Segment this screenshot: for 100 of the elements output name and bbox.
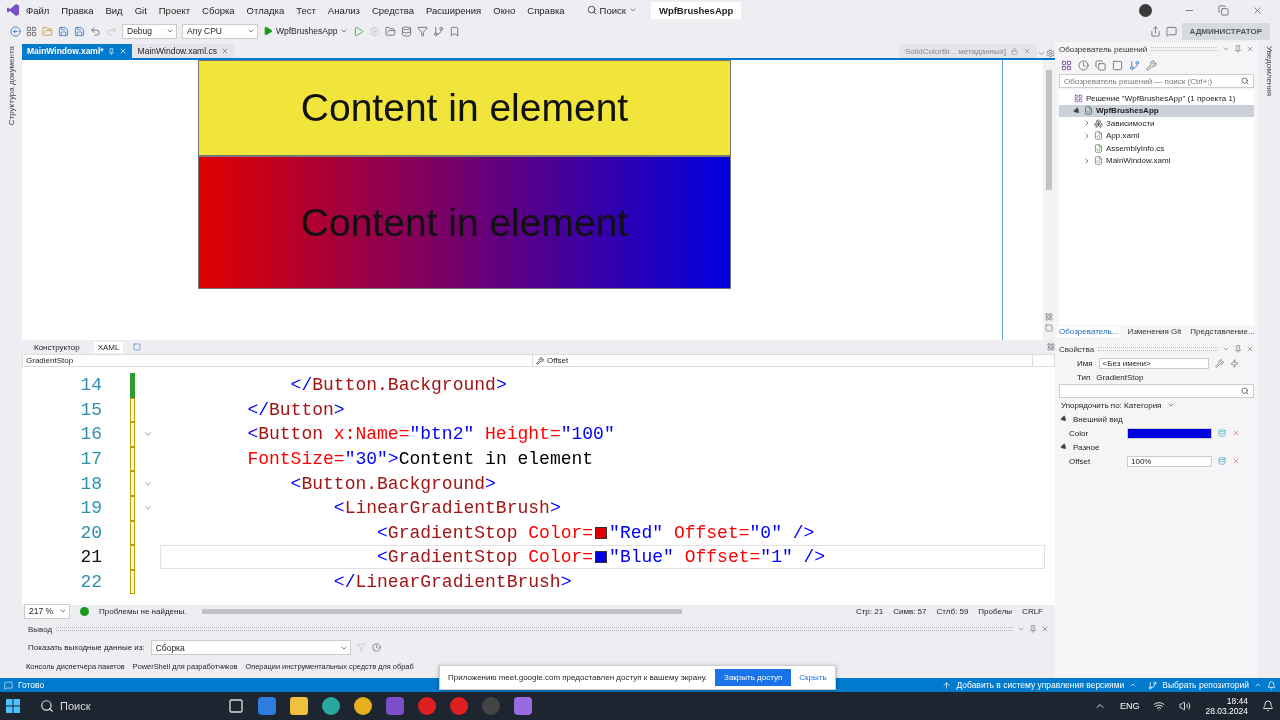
element-dropdown[interactable]: GradientStop bbox=[23, 355, 533, 366]
language-indicator[interactable]: ENG bbox=[1119, 701, 1140, 711]
fit-icon[interactable] bbox=[1045, 324, 1053, 332]
search-field[interactable]: Обозреватель решений — поиск (Ctrl+;) bbox=[1059, 74, 1254, 88]
feedback-icon[interactable] bbox=[1165, 25, 1177, 37]
tree-item[interactable]: MainWindow.xaml bbox=[1059, 154, 1254, 167]
pin-icon[interactable] bbox=[1234, 345, 1242, 353]
run-without-debugging-icon[interactable] bbox=[353, 25, 365, 37]
start-icon[interactable] bbox=[6, 699, 20, 713]
close-icon[interactable] bbox=[1041, 625, 1049, 633]
pin-icon[interactable] bbox=[107, 47, 115, 55]
close-icon[interactable] bbox=[1246, 45, 1254, 53]
caret-icon[interactable] bbox=[1129, 681, 1138, 689]
editor-view-tab[interactable]: Конструктор bbox=[30, 341, 84, 353]
menu-item[interactable]: Средства bbox=[365, 4, 420, 16]
tree-item[interactable]: Решение "WpfBrushesApp" (1 проекта 1) bbox=[1059, 92, 1254, 105]
clock-icon[interactable] bbox=[371, 643, 381, 652]
filter-icon[interactable] bbox=[417, 25, 429, 37]
horizontal-scrollbar[interactable] bbox=[202, 608, 683, 614]
share-icon[interactable] bbox=[1149, 25, 1161, 37]
category-header[interactable]: Разное bbox=[1073, 442, 1100, 452]
tree-item[interactable]: App.xaml bbox=[1059, 129, 1254, 142]
close-icon[interactable] bbox=[118, 47, 127, 55]
tree-item[interactable]: Зависимости bbox=[1059, 117, 1254, 130]
document-tab[interactable]: MainWindow.xaml.cs bbox=[132, 44, 234, 58]
open-folder-icon[interactable] bbox=[42, 25, 53, 37]
scrollbar-thumb[interactable] bbox=[1046, 70, 1052, 190]
add-to-source-control-button[interactable]: Добавить в систему управления версиями bbox=[956, 680, 1125, 690]
notifications-icon[interactable] bbox=[1262, 700, 1274, 712]
events-icon[interactable] bbox=[1229, 358, 1239, 368]
menu-item[interactable]: Вид bbox=[99, 4, 129, 16]
editor-view-tab[interactable]: XAML bbox=[93, 341, 124, 353]
show-files-icon[interactable] bbox=[1112, 59, 1123, 71]
document-outline-tab[interactable]: Структура документа bbox=[6, 46, 16, 126]
popout-icon[interactable] bbox=[133, 343, 142, 351]
menu-item[interactable]: Окно bbox=[487, 4, 522, 16]
menu-item[interactable]: Справка bbox=[521, 4, 571, 16]
settings-icon[interactable] bbox=[1046, 49, 1055, 58]
browser-icon[interactable] bbox=[418, 697, 436, 715]
database-icon[interactable] bbox=[401, 25, 413, 37]
pin-icon[interactable] bbox=[1029, 625, 1037, 633]
expanded-icon[interactable] bbox=[1072, 106, 1082, 115]
close-icon[interactable] bbox=[1023, 47, 1031, 55]
search-button[interactable]: Поиск bbox=[580, 4, 643, 16]
output-source-select[interactable]: Сборка bbox=[150, 640, 351, 655]
menu-item[interactable]: Отладка bbox=[240, 4, 291, 16]
category-header[interactable]: Внешний вид bbox=[1073, 414, 1123, 424]
menu-item[interactable]: Расширения bbox=[420, 4, 488, 16]
select-repository-button[interactable]: Выбрать репозиторий bbox=[1162, 680, 1249, 690]
menu-item[interactable]: Правка bbox=[55, 4, 100, 16]
browser-icon[interactable] bbox=[322, 697, 340, 715]
member-dropdown[interactable]: Offset bbox=[533, 355, 1033, 366]
menu-item[interactable]: Файл bbox=[20, 4, 56, 16]
taskbar-clock[interactable]: 18:44 28.03.2024 bbox=[1205, 696, 1248, 716]
tab-list-icon[interactable] bbox=[1037, 49, 1046, 58]
branch-icon[interactable] bbox=[433, 25, 445, 37]
stop-sharing-button[interactable]: Закрыть доступ bbox=[715, 669, 792, 686]
ide-icon[interactable] bbox=[386, 697, 404, 715]
lock-icon[interactable] bbox=[1011, 47, 1018, 55]
history-icon[interactable] bbox=[1078, 59, 1089, 71]
resource-icon[interactable] bbox=[1218, 457, 1226, 465]
save-all-icon[interactable] bbox=[74, 25, 85, 37]
name-field[interactable]: <Без имени> bbox=[1098, 357, 1209, 369]
platform-select[interactable]: Any CPU bbox=[182, 23, 258, 39]
avatar-icon[interactable] bbox=[1139, 3, 1152, 17]
account-badge[interactable]: АДМИНИСТРАТОР bbox=[1181, 22, 1270, 40]
expand-icon[interactable] bbox=[1083, 156, 1091, 165]
search-field[interactable] bbox=[1059, 384, 1254, 398]
run-button[interactable]: WpfBrushesApp bbox=[263, 26, 349, 36]
grid-icon[interactable] bbox=[1045, 313, 1053, 321]
switch-view-icon[interactable] bbox=[1061, 59, 1072, 71]
color-value[interactable] bbox=[1127, 427, 1212, 439]
close-icon[interactable] bbox=[1251, 4, 1263, 16]
back-icon[interactable] bbox=[10, 25, 21, 37]
hide-link[interactable]: Скрыть bbox=[799, 673, 827, 682]
menu-item[interactable]: Проект bbox=[152, 4, 197, 16]
configuration-select[interactable]: Debug bbox=[122, 23, 177, 39]
expanded-icon[interactable] bbox=[1059, 414, 1069, 424]
menu-item[interactable]: Тест bbox=[290, 4, 322, 16]
close-icon[interactable] bbox=[1246, 345, 1254, 353]
collapse-icon[interactable] bbox=[1095, 59, 1106, 71]
save-icon[interactable] bbox=[58, 25, 69, 37]
wifi-icon[interactable] bbox=[1153, 700, 1166, 712]
caret-icon[interactable] bbox=[1254, 681, 1262, 689]
document-tab[interactable]: MainWindow.xaml* bbox=[22, 44, 132, 58]
split-icon[interactable] bbox=[1047, 343, 1055, 351]
panel-tab[interactable]: Обозреватель... bbox=[1057, 326, 1121, 337]
browser-icon[interactable] bbox=[450, 697, 468, 715]
browser-icon[interactable] bbox=[354, 697, 372, 715]
recorder-icon[interactable] bbox=[482, 697, 500, 715]
tree-item[interactable]: WpfBrushesApp bbox=[1059, 104, 1254, 117]
reset-icon[interactable] bbox=[1232, 429, 1240, 437]
menu-item[interactable]: Анализ bbox=[321, 4, 366, 16]
taskbar-search[interactable]: Поиск bbox=[34, 695, 214, 717]
close-icon[interactable] bbox=[220, 47, 229, 55]
restore-icon[interactable] bbox=[1217, 4, 1229, 16]
resource-icon[interactable] bbox=[1218, 429, 1226, 437]
ide-icon[interactable] bbox=[514, 697, 532, 715]
folder-icon[interactable] bbox=[290, 697, 308, 715]
pin-icon[interactable] bbox=[1234, 45, 1242, 53]
